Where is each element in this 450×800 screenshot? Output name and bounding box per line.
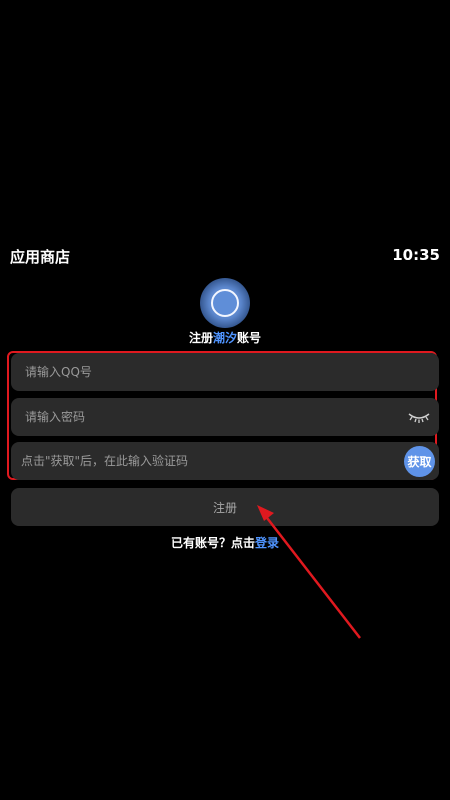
qq-field[interactable] <box>11 353 439 391</box>
have-account-text: 已有账号？点击 <box>170 536 255 550</box>
password-field[interactable] <box>11 398 439 436</box>
title-brand: 潮汐 <box>212 331 237 345</box>
register-button[interactable]: 注册 <box>11 488 439 526</box>
qq-input[interactable] <box>25 365 365 379</box>
clock-time: 10:35 <box>392 246 440 264</box>
title-suffix: 账号 <box>237 331 262 345</box>
title-prefix: 注册 <box>188 331 213 345</box>
verification-code-field[interactable]: 获取 <box>11 442 439 480</box>
page-title: 注册潮汐账号 <box>0 329 450 346</box>
login-prompt: 已有账号？点击登录 <box>0 534 450 551</box>
login-link[interactable]: 登录 <box>255 536 279 550</box>
get-code-button[interactable]: 获取 <box>404 446 435 477</box>
eye-closed-icon[interactable] <box>407 409 431 425</box>
app-name: 应用商店 <box>10 248 71 266</box>
verification-code-input[interactable] <box>21 454 361 468</box>
tide-logo-icon <box>200 278 250 328</box>
password-input[interactable] <box>25 410 365 424</box>
